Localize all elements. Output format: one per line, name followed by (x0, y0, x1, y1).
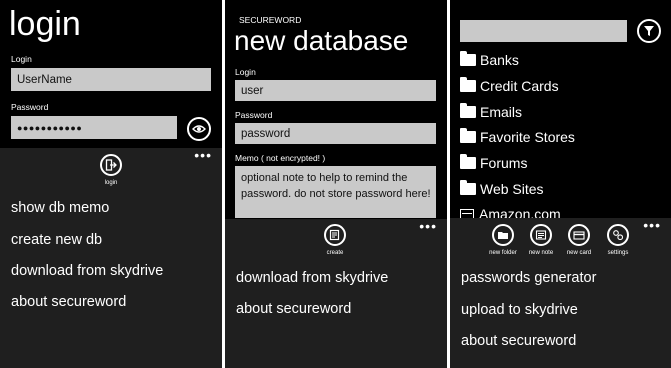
search-input[interactable] (460, 20, 627, 42)
folder-label: Banks (480, 52, 519, 68)
folder-item-forums[interactable]: Forums (460, 154, 528, 171)
eye-icon (192, 125, 206, 133)
more-options-button[interactable]: ••• (194, 148, 212, 162)
folder-label: Web Sites (480, 181, 544, 197)
new-card-label: new card (566, 250, 592, 256)
search-button[interactable] (637, 19, 661, 43)
new-card-icon (573, 231, 585, 240)
memo-label: Memo ( not encrypted! ) (235, 153, 326, 163)
folder-item-emails[interactable]: Emails (460, 103, 523, 120)
filter-icon (644, 26, 654, 36)
page-title: login (9, 5, 81, 43)
folder-item-credit-cards[interactable]: Credit Cards (460, 77, 559, 94)
create-button-label: create (326, 250, 344, 256)
more-options-button[interactable]: ••• (419, 219, 437, 233)
app-bar: ••• login show db memo create new db dow… (0, 148, 222, 368)
new-database-screen: SECUREWORD new database Login user Passw… (225, 0, 447, 368)
menu-show-db-memo[interactable]: show db memo (11, 200, 109, 216)
username-input[interactable]: UserName (11, 68, 211, 91)
settings-icon (613, 230, 624, 241)
login-label: Login (235, 67, 256, 77)
more-options-button[interactable]: ••• (643, 218, 661, 232)
password-label: Password (11, 102, 49, 112)
folder-icon (460, 103, 476, 118)
folder-icon (460, 51, 476, 66)
folder-label: Credit Cards (480, 78, 559, 94)
app-bar: ••• new folder new note new card setting… (450, 218, 671, 368)
new-note-icon (535, 230, 547, 240)
menu-about-secureword[interactable]: about secureword (11, 294, 126, 310)
create-db-icon (329, 229, 340, 241)
new-note-button[interactable] (530, 224, 552, 246)
folder-label: Emails (480, 104, 523, 120)
password-input[interactable]: password (235, 123, 436, 144)
password-input[interactable]: ●●●●●●●●●●● (11, 116, 177, 139)
memo-textarea[interactable]: optional note to help to remind the pass… (235, 166, 436, 218)
menu-upload-to-skydrive[interactable]: upload to skydrive (461, 302, 578, 318)
login-label: Login (11, 54, 32, 64)
folders-screen: Banks Credit Cards Emails Favorite Store… (450, 0, 671, 368)
folder-icon (460, 77, 476, 92)
folder-icon (460, 128, 476, 143)
new-note-label: new note (528, 250, 554, 256)
create-button[interactable] (324, 224, 346, 246)
folder-icon (460, 180, 476, 195)
settings-button[interactable] (607, 224, 629, 246)
settings-label: settings (607, 250, 629, 256)
new-folder-label: new folder (489, 250, 517, 256)
app-bar: ••• create download from skydrive about … (225, 219, 447, 368)
new-folder-button[interactable] (492, 224, 514, 246)
login-icon (105, 159, 117, 171)
menu-download-from-skydrive[interactable]: download from skydrive (236, 270, 388, 286)
page-title: new database (234, 25, 409, 56)
folder-item-web-sites[interactable]: Web Sites (460, 180, 544, 197)
menu-create-new-db[interactable]: create new db (11, 232, 102, 248)
folder-label: Favorite Stores (480, 129, 575, 145)
new-folder-icon (498, 232, 508, 239)
new-card-button[interactable] (568, 224, 590, 246)
menu-about-secureword[interactable]: about secureword (461, 333, 576, 349)
menu-passwords-generator[interactable]: passwords generator (461, 270, 596, 286)
folder-item-banks[interactable]: Banks (460, 51, 519, 68)
menu-download-from-skydrive[interactable]: download from skydrive (11, 263, 163, 279)
folder-item-favorite-stores[interactable]: Favorite Stores (460, 128, 575, 145)
login-button-label: login (104, 180, 118, 186)
menu-about-secureword[interactable]: about secureword (236, 301, 351, 317)
password-label: Password (235, 110, 273, 120)
folder-label: Forums (480, 155, 528, 171)
login-button[interactable] (100, 154, 122, 176)
login-input[interactable]: user (235, 80, 436, 101)
login-screen: login Login UserName Password ●●●●●●●●●●… (0, 0, 222, 368)
folder-icon (460, 154, 476, 169)
show-password-button[interactable] (187, 117, 211, 141)
